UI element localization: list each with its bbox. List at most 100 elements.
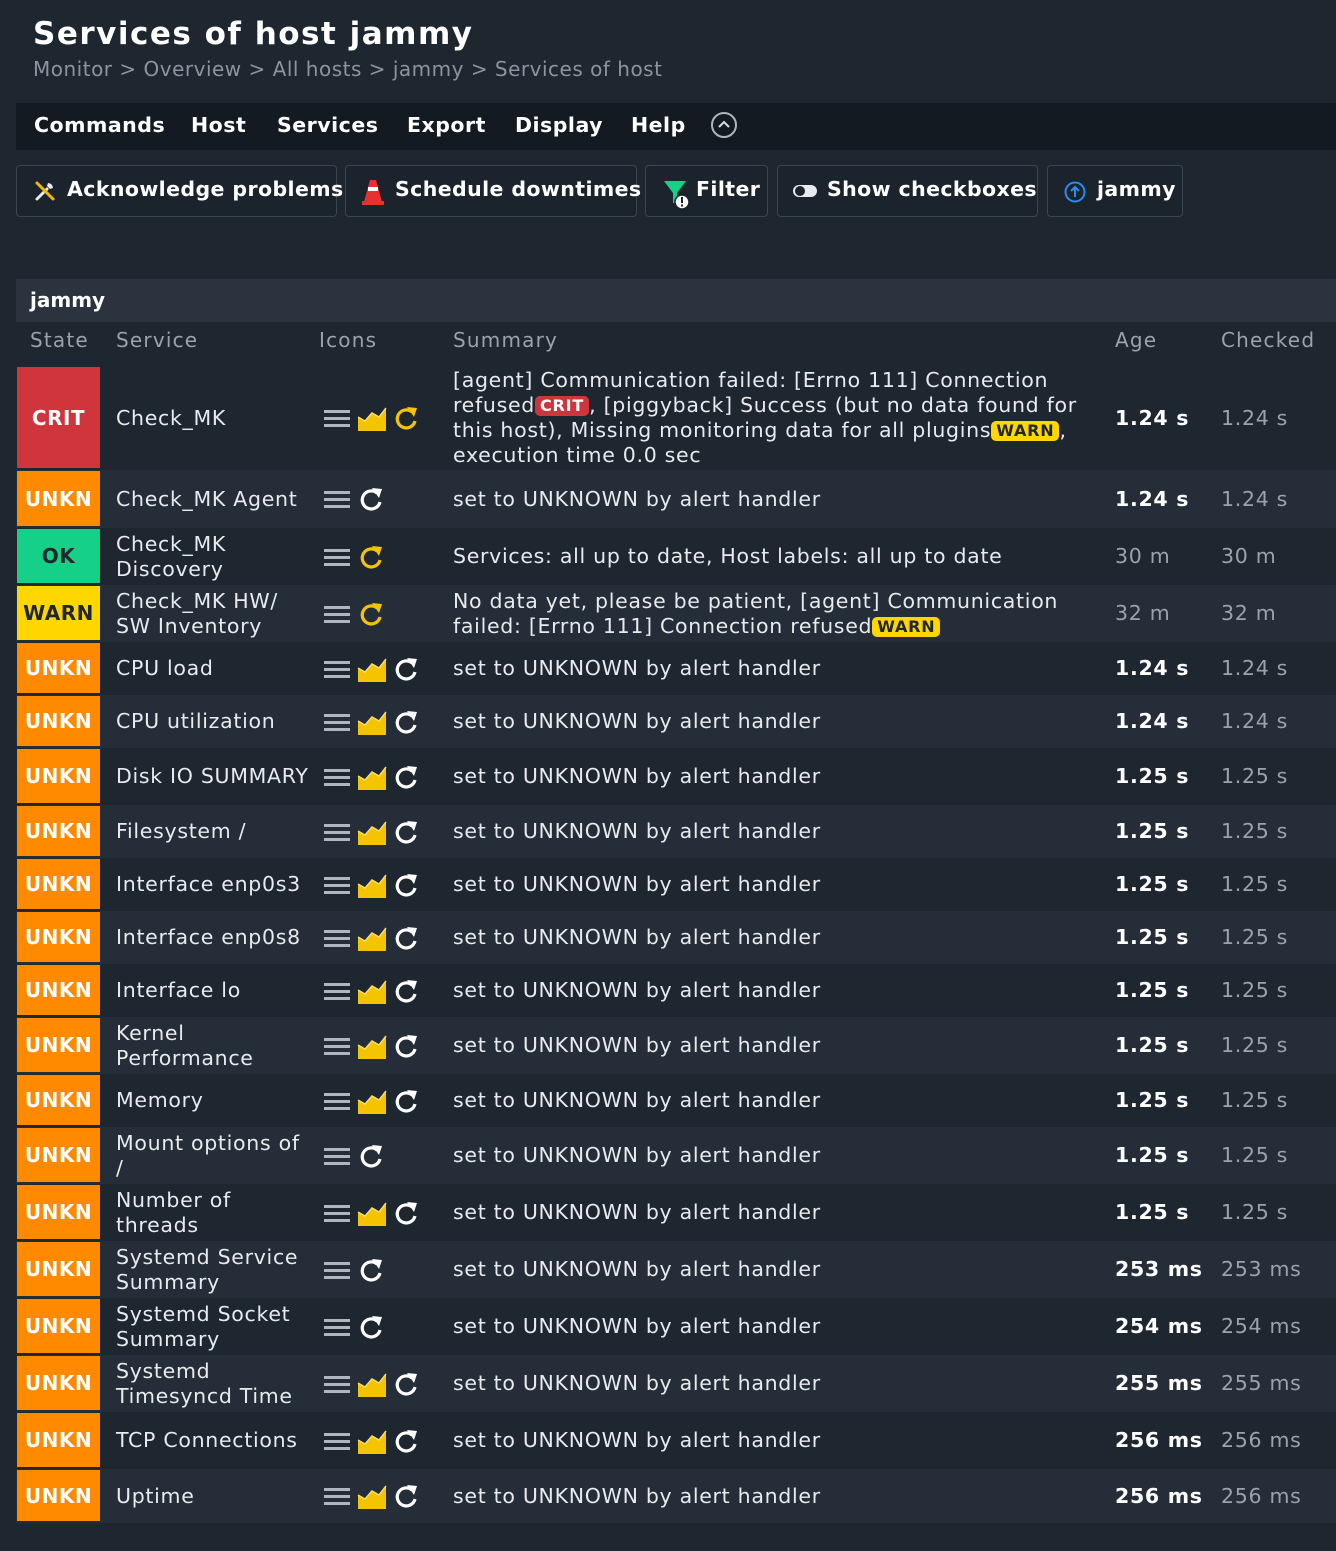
service-name-link[interactable]: Memory: [116, 1088, 311, 1113]
table-row[interactable]: UNKN Memory set to UNKNOWN by alert handle…: [16, 1074, 1336, 1127]
menu-button[interactable]: [322, 486, 352, 518]
reschedule-button[interactable]: [357, 486, 387, 518]
menu-services[interactable]: Services: [277, 113, 378, 137]
menu-button[interactable]: [322, 819, 352, 851]
reschedule-button[interactable]: [392, 872, 422, 904]
menu-button[interactable]: [322, 978, 352, 1010]
menu-button[interactable]: [322, 764, 352, 796]
graph-button[interactable]: [357, 925, 387, 957]
service-name-link[interactable]: Systemd Socket Summary: [116, 1302, 311, 1352]
graph-button[interactable]: [357, 819, 387, 851]
graph-button[interactable]: [357, 872, 387, 904]
reschedule-button[interactable]: [357, 1314, 387, 1346]
state-badge[interactable]: UNKN: [17, 859, 100, 909]
menu-button[interactable]: [322, 1483, 352, 1515]
column-icons[interactable]: Icons: [319, 328, 377, 352]
service-name-link[interactable]: Check_MK: [116, 406, 311, 431]
state-badge[interactable]: UNKN: [17, 1470, 100, 1521]
graph-button[interactable]: [357, 978, 387, 1010]
reschedule-button[interactable]: [392, 1428, 422, 1460]
service-name-link[interactable]: Check_MK Discovery: [116, 532, 311, 582]
table-row[interactable]: UNKN CPU load set to UNKNOWN by alert hand…: [16, 642, 1336, 695]
state-badge[interactable]: OK: [17, 529, 100, 583]
state-badge[interactable]: WARN: [17, 586, 100, 640]
menu-button[interactable]: [322, 1200, 352, 1232]
service-name-link[interactable]: TCP Connections: [116, 1428, 311, 1453]
column-checked[interactable]: Checked: [1221, 328, 1315, 352]
reschedule-button[interactable]: [392, 1200, 422, 1232]
menu-button[interactable]: [322, 1428, 352, 1460]
state-badge[interactable]: CRIT: [17, 367, 100, 468]
reschedule-button[interactable]: [392, 1033, 422, 1065]
reschedule-button[interactable]: [392, 1088, 422, 1120]
breadcrumb[interactable]: Monitor > Overview > All hosts > jammy >…: [33, 57, 662, 81]
column-summary[interactable]: Summary: [453, 328, 558, 352]
menu-button[interactable]: [322, 1033, 352, 1065]
graph-button[interactable]: [357, 709, 387, 741]
table-row[interactable]: UNKN Mount options of / set to UNKNOWN by …: [16, 1127, 1336, 1184]
menu-button[interactable]: [322, 601, 352, 633]
service-name-link[interactable]: Disk IO SUMMARY: [116, 764, 311, 789]
table-row[interactable]: UNKN Kernel Performance set to UNKNOWN by …: [16, 1017, 1336, 1074]
table-row[interactable]: UNKN Uptime set to UNKNOWN by alert handle…: [16, 1469, 1336, 1523]
menu-button[interactable]: [322, 1371, 352, 1403]
table-row[interactable]: UNKN Interface enp0s3 set to UNKNOWN by al…: [16, 858, 1336, 911]
menu-commands[interactable]: Commands: [34, 113, 165, 137]
table-row[interactable]: UNKN Interface enp0s8 set to UNKNOWN by al…: [16, 911, 1336, 964]
state-badge[interactable]: UNKN: [17, 1018, 100, 1072]
menu-button[interactable]: [322, 656, 352, 688]
graph-button[interactable]: [357, 1483, 387, 1515]
menu-button[interactable]: [322, 1143, 352, 1175]
menu-display[interactable]: Display: [515, 113, 603, 137]
column-state[interactable]: State: [30, 328, 89, 352]
menu-button[interactable]: [322, 544, 352, 576]
menu-host[interactable]: Host: [191, 113, 246, 137]
state-badge[interactable]: UNKN: [17, 1356, 100, 1410]
service-name-link[interactable]: Systemd Service Summary: [116, 1245, 311, 1295]
state-badge[interactable]: UNKN: [17, 1128, 100, 1182]
menu-button[interactable]: [322, 405, 352, 437]
column-age[interactable]: Age: [1115, 328, 1157, 352]
service-name-link[interactable]: CPU utilization: [116, 709, 311, 734]
table-row[interactable]: WARN Check_MK HW/ SW Inventory No data yet…: [16, 585, 1336, 642]
state-badge[interactable]: UNKN: [17, 696, 100, 746]
menu-button[interactable]: [322, 872, 352, 904]
table-row[interactable]: UNKN Disk IO SUMMARY set to UNKNOWN by ale…: [16, 748, 1336, 805]
service-name-link[interactable]: CPU load: [116, 656, 311, 681]
reschedule-button[interactable]: [392, 764, 422, 796]
reschedule-button[interactable]: [392, 925, 422, 957]
service-name-link[interactable]: Check_MK Agent: [116, 487, 311, 512]
host-group-header[interactable]: jammy: [16, 279, 1336, 322]
menu-button[interactable]: [322, 709, 352, 741]
service-name-link[interactable]: Check_MK HW/ SW Inventory: [116, 589, 311, 639]
graph-button[interactable]: [357, 656, 387, 688]
reschedule-button[interactable]: [357, 544, 387, 576]
reschedule-button[interactable]: [357, 601, 387, 633]
graph-button[interactable]: [357, 1428, 387, 1460]
state-badge[interactable]: UNKN: [17, 965, 100, 1015]
table-row[interactable]: UNKN Number of threads set to UNKNOWN by a…: [16, 1184, 1336, 1241]
table-row[interactable]: UNKN Interface lo set to UNKNOWN by alert …: [16, 964, 1336, 1017]
table-row[interactable]: UNKN CPU utilization set to UNKNOWN by ale…: [16, 695, 1336, 748]
menu-button[interactable]: [322, 1314, 352, 1346]
service-name-link[interactable]: Filesystem /: [116, 819, 311, 844]
graph-button[interactable]: [357, 1200, 387, 1232]
reschedule-button[interactable]: [392, 978, 422, 1010]
service-name-link[interactable]: Systemd Timesyncd Time: [116, 1359, 311, 1409]
acknowledge-problems-button[interactable]: Acknowledge problems: [16, 165, 343, 217]
service-name-link[interactable]: Interface lo: [116, 978, 311, 1003]
state-badge[interactable]: UNKN: [17, 806, 100, 856]
menu-button[interactable]: [322, 1257, 352, 1289]
reschedule-button[interactable]: [392, 709, 422, 741]
reschedule-button[interactable]: [392, 819, 422, 851]
show-checkboxes-button[interactable]: Show checkboxes: [777, 165, 1038, 217]
table-row[interactable]: CRIT Check_MK [agent] Communication failed…: [16, 366, 1336, 470]
state-badge[interactable]: UNKN: [17, 1185, 100, 1239]
graph-button[interactable]: [357, 1371, 387, 1403]
service-name-link[interactable]: Uptime: [116, 1484, 311, 1509]
reschedule-button[interactable]: [357, 1257, 387, 1289]
state-badge[interactable]: UNKN: [17, 1299, 100, 1353]
reschedule-button[interactable]: [392, 656, 422, 688]
reschedule-button[interactable]: [357, 1143, 387, 1175]
reschedule-button[interactable]: [392, 405, 422, 437]
